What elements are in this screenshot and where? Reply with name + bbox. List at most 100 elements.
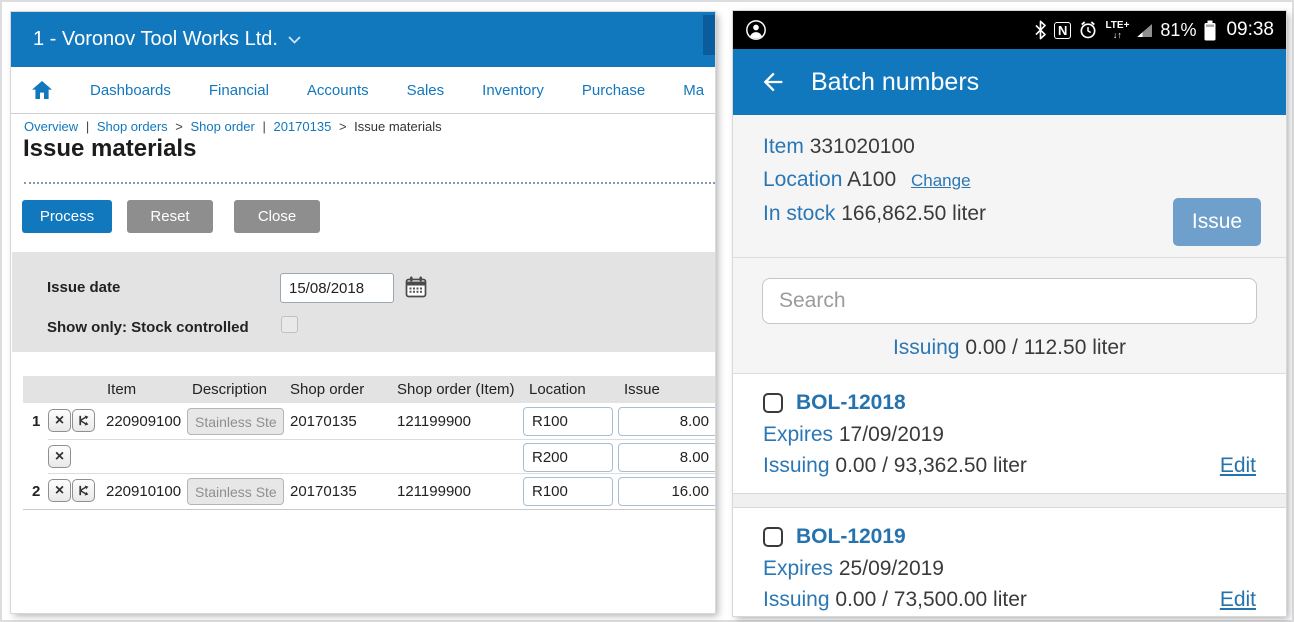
batch-expires-line: Expires 17/09/2019 xyxy=(763,419,1256,450)
alarm-icon xyxy=(1078,20,1098,40)
page-title: Issue materials xyxy=(23,135,196,163)
issue-input[interactable] xyxy=(618,443,715,472)
shop-order-cell: 20170135 xyxy=(290,404,357,439)
app-header: Batch numbers xyxy=(733,49,1286,115)
issue-date-label: Issue date xyxy=(47,279,120,296)
delete-row-icon[interactable]: × xyxy=(48,479,71,502)
issuing-label: Issuing xyxy=(893,336,960,359)
column-header-item: Item xyxy=(107,376,136,403)
filter-panel: Issue date Show only: Stock controlled xyxy=(12,252,715,352)
batch-title-row: BOL-12019 xyxy=(763,521,1256,553)
nav-item-manufacturing[interactable]: Ma xyxy=(683,82,704,99)
batch-name[interactable]: BOL-12019 xyxy=(796,525,906,549)
breadcrumb-shop-orders[interactable]: Shop orders xyxy=(97,119,168,134)
expires-label: Expires xyxy=(763,557,833,580)
item-value: 331020100 xyxy=(810,135,915,158)
batch-title-row: BOL-12018 xyxy=(763,387,1256,419)
item-label: Item xyxy=(763,135,804,158)
column-header-shop-order: Shop order xyxy=(290,376,364,403)
shop-order-cell: 20170135 xyxy=(290,474,357,509)
split-row-icon[interactable] xyxy=(72,409,95,432)
batch-checkbox[interactable] xyxy=(763,393,783,413)
breadcrumb-current: Issue materials xyxy=(354,119,441,134)
row-number: 2 xyxy=(32,474,40,509)
location-line: Location A100 Change xyxy=(763,163,1286,197)
profile-icon xyxy=(745,19,767,41)
issuing-value: 0.00 / 73,500.00 liter xyxy=(835,588,1026,611)
titlebar-corner-tile[interactable] xyxy=(703,15,715,55)
breadcrumb-order-number[interactable]: 20170135 xyxy=(273,119,331,134)
home-icon[interactable] xyxy=(32,81,52,99)
process-button[interactable]: Process xyxy=(22,200,112,233)
back-arrow-icon[interactable] xyxy=(759,68,787,96)
nav-item-accounts[interactable]: Accounts xyxy=(307,82,369,99)
breadcrumb: Overview | Shop orders > Shop order | 20… xyxy=(24,119,442,134)
nav-item-dashboards[interactable]: Dashboards xyxy=(90,82,171,99)
batch-issuing-line: Issuing 0.00 / 73,500.00 liter Edit xyxy=(763,584,1256,615)
issue-input[interactable] xyxy=(618,477,715,506)
grid-row: 2 × 220910100 20170135 121199900 xyxy=(11,474,715,509)
batch-card: BOL-12019 Expires 25/09/2019 Issuing 0.0… xyxy=(733,507,1286,616)
nav-item-sales[interactable]: Sales xyxy=(407,82,445,99)
battery-percent: 81% xyxy=(1160,20,1196,41)
show-only-label: Show only: Stock controlled xyxy=(47,319,249,336)
location-input[interactable] xyxy=(523,407,613,436)
battery-icon xyxy=(1203,20,1217,41)
edit-link[interactable]: Edit xyxy=(1220,584,1256,615)
location-input[interactable] xyxy=(523,477,613,506)
breadcrumb-shop-order[interactable]: Shop order xyxy=(191,119,255,134)
bluetooth-icon xyxy=(1034,20,1047,40)
issue-date-input[interactable] xyxy=(280,273,394,303)
nav-item-financial[interactable]: Financial xyxy=(209,82,269,99)
grid-subrow: × xyxy=(11,440,715,475)
nav-item-purchase[interactable]: Purchase xyxy=(582,82,645,99)
calendar-icon[interactable] xyxy=(404,275,428,299)
edit-link[interactable]: Edit xyxy=(1220,450,1256,481)
issuing-label: Issuing xyxy=(763,454,830,477)
location-input[interactable] xyxy=(523,443,613,472)
in-stock-label: In stock xyxy=(763,202,835,225)
change-link[interactable]: Change xyxy=(911,171,971,190)
batch-list: BOL-12018 Expires 17/09/2019 Issuing 0.0… xyxy=(733,374,1286,616)
batch-checkbox[interactable] xyxy=(763,527,783,547)
delete-row-icon[interactable]: × xyxy=(48,445,71,468)
mobile-data-icon: LTE+↓↑ xyxy=(1105,21,1129,40)
chevron-down-icon xyxy=(288,36,301,44)
item-summary: Item 331020100 Location A100 Change In s… xyxy=(733,115,1286,258)
delete-row-icon[interactable]: × xyxy=(48,409,71,432)
company-selector[interactable]: 1 - Voronov Tool Works Ltd. xyxy=(33,12,301,67)
title-divider xyxy=(24,182,715,184)
company-name: 1 - Voronov Tool Works Ltd. xyxy=(33,28,278,51)
in-stock-value: 166,862.50 liter xyxy=(841,202,986,225)
issuing-value: 0.00 / 93,362.50 liter xyxy=(835,454,1026,477)
issue-input[interactable] xyxy=(618,407,715,436)
breadcrumb-overview[interactable]: Overview xyxy=(24,119,78,134)
reset-button[interactable]: Reset xyxy=(127,200,213,233)
stock-controlled-checkbox[interactable] xyxy=(281,316,298,333)
search-input[interactable] xyxy=(762,278,1257,324)
shop-order-item-cell: 121199900 xyxy=(397,474,471,509)
mobile-app: N LTE+↓↑ 81% 09:38 Batch numbers xyxy=(733,11,1286,616)
batch-name[interactable]: BOL-12018 xyxy=(796,391,906,415)
nav-item-inventory[interactable]: Inventory xyxy=(482,82,544,99)
row-number: 1 xyxy=(32,404,40,439)
close-button[interactable]: Close xyxy=(234,200,320,233)
location-label: Location xyxy=(763,168,842,191)
column-header-shop-order-item: Shop order (Item) xyxy=(397,376,515,403)
issuing-summary: Issuing 0.00 / 112.50 liter xyxy=(733,336,1286,360)
app-title: Batch numbers xyxy=(811,68,979,97)
description-input xyxy=(187,478,284,505)
nfc-icon: N xyxy=(1054,22,1071,39)
clock-time: 09:38 xyxy=(1226,19,1274,41)
issue-button[interactable]: Issue xyxy=(1173,198,1261,246)
grid-row: 1 × 220909100 20170135 121199900 xyxy=(11,404,715,439)
issuing-label: Issuing xyxy=(763,588,830,611)
location-value: A100 xyxy=(847,168,896,191)
erp-titlebar: 1 - Voronov Tool Works Ltd. xyxy=(11,12,715,67)
erp-window: 1 - Voronov Tool Works Ltd. Dashboards F… xyxy=(11,12,715,613)
batch-expires-line: Expires 25/09/2019 xyxy=(763,553,1256,584)
breadcrumb-separator: > xyxy=(175,119,183,134)
split-row-icon[interactable] xyxy=(72,479,95,502)
shop-order-item-cell: 121199900 xyxy=(397,404,471,439)
grid-header: Item Description Shop order Shop order (… xyxy=(23,376,715,403)
